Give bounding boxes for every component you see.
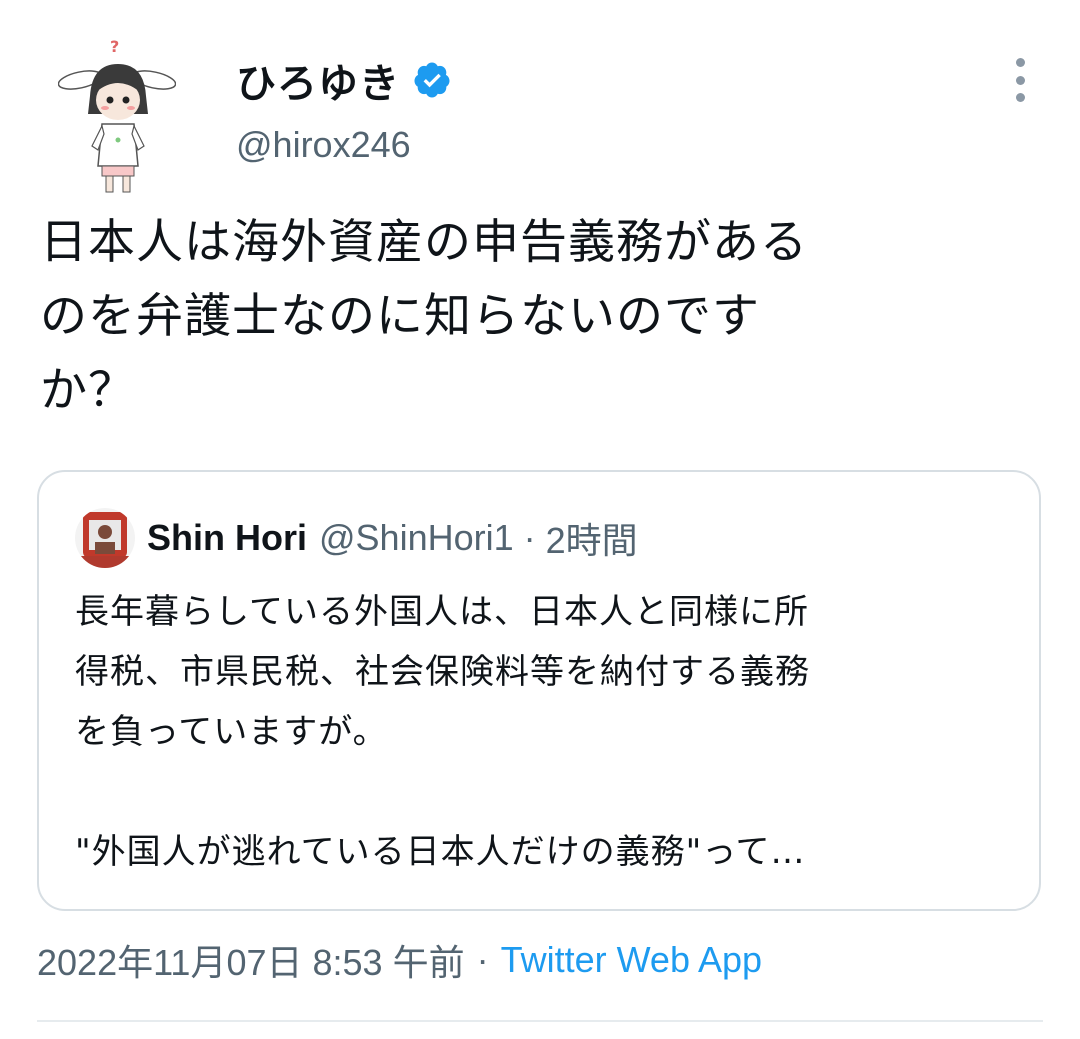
quoted-separator: · bbox=[523, 517, 536, 558]
more-dot bbox=[1015, 93, 1025, 102]
tweet-text: 日本人は海外資産の申告義務がある のを弁護士なのに知らないのです か？ bbox=[40, 215, 808, 418]
author-handle[interactable]: @hirox246 bbox=[236, 124, 411, 166]
divider bbox=[37, 1020, 1043, 1022]
more-dot bbox=[1015, 58, 1025, 67]
quoted-tweet-text: 長年暮らしている外国人は、日本人と同様に所 得税、市県民税、社会保険料等を納付す… bbox=[75, 592, 810, 872]
author-name-row[interactable]: ひろゆき bbox=[236, 52, 452, 108]
tweet-meta: 2022年11月07日 8:53 午前 · Twitter Web App bbox=[37, 934, 762, 986]
svg-text:?: ? bbox=[110, 37, 119, 56]
author-avatar[interactable]: ? bbox=[57, 34, 177, 194]
tweet-source-link[interactable]: Twitter Web App bbox=[501, 939, 762, 981]
verified-badge-icon bbox=[412, 60, 452, 100]
quoted-tweet-header: Shin Hori @ShinHori1 · 2時間 bbox=[147, 510, 638, 566]
quoted-tweet-card[interactable]: Shin Hori @ShinHori1 · 2時間 長年暮らしている外国人は、… bbox=[37, 470, 1041, 911]
quoted-time: 2時間 bbox=[545, 520, 638, 561]
more-dot bbox=[1015, 75, 1025, 85]
tweet-timestamp[interactable]: 2022年11月07日 8:53 午前 bbox=[37, 934, 465, 986]
quoted-author-handle: @ShinHori1 bbox=[319, 517, 514, 558]
quoted-author-avatar bbox=[75, 508, 135, 568]
quoted-author-name: Shin Hori bbox=[147, 517, 307, 558]
meta-separator: · bbox=[476, 939, 489, 980]
author-display-name[interactable]: ひろゆき bbox=[236, 51, 400, 109]
more-options-icon[interactable] bbox=[1004, 58, 1036, 102]
